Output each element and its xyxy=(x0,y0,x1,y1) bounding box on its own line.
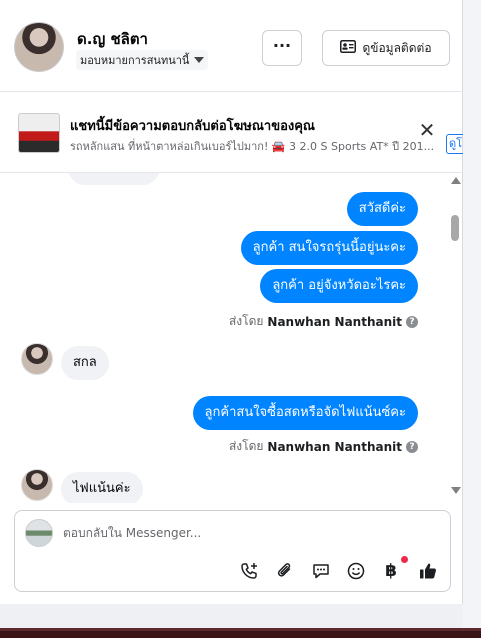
ad-banner-title: แชทนี้มีข้อความตอบกลับต่อโฆษณาของคุณ xyxy=(70,119,315,134)
sender-name: Nanwhan Nanthanit xyxy=(267,439,402,454)
contact-card-icon xyxy=(340,40,357,56)
view-contact-button[interactable]: ดูข้อมูลติดต่อ xyxy=(322,30,450,66)
more-options-button[interactable]: ··· xyxy=(262,30,302,66)
emoji-icon[interactable] xyxy=(344,559,368,583)
outgoing-message[interactable]: ลูกค้าสนใจซื้อสดหรือจัดไฟแน้นซ์คะ xyxy=(192,396,418,430)
caret-down-icon xyxy=(194,57,205,63)
paperclip-icon[interactable] xyxy=(273,559,297,583)
assign-label: มอบหมายการสนทนานี้ xyxy=(80,54,190,67)
sent-by-prefix: ส่งโดย xyxy=(228,314,264,328)
outgoing-message[interactable]: สวัสดีค่ะ xyxy=(346,192,418,226)
ad-banner-subtitle: รถหลักแสน ที่หน้าตาหล่อเกินเบอร์ไปมาก! 🚘… xyxy=(70,140,435,153)
right-panel-edge xyxy=(463,0,481,628)
contact-avatar-small[interactable] xyxy=(21,469,53,501)
reply-input[interactable] xyxy=(63,523,433,543)
chat-bubble-icon[interactable] xyxy=(309,559,333,583)
scroll-down-arrow-icon[interactable] xyxy=(451,487,461,494)
incoming-message[interactable]: สกล xyxy=(61,346,109,380)
sender-name: Nanwhan Nanthanit xyxy=(267,314,402,329)
conversation-header: ด.ญ ชลิตา มอบหมายการสนทนานี้ ··· ดูข้อมู… xyxy=(0,0,463,92)
taskbar-edge xyxy=(0,628,481,638)
help-icon[interactable]: ? xyxy=(406,315,418,328)
thumbs-up-icon[interactable] xyxy=(416,559,440,583)
ad-reply-banner: แชทนี้มีข้อความตอบกลับต่อโฆษณาของคุณ รถห… xyxy=(0,93,463,173)
view-ad-button[interactable]: ดูโ xyxy=(446,134,463,154)
message-composer: ฿ xyxy=(14,510,451,592)
page-avatar xyxy=(25,519,53,547)
assign-conversation-dropdown[interactable]: มอบหมายการสนทนานี้ xyxy=(76,50,209,70)
sent-by-label: ส่งโดย Nanwhan Nanthanit ? xyxy=(229,312,418,331)
notification-dot xyxy=(401,556,408,563)
scrollbar-thumb[interactable] xyxy=(451,215,459,241)
sent-by-prefix: ส่งโดย xyxy=(228,439,264,453)
help-icon[interactable]: ? xyxy=(406,440,418,453)
message-thread[interactable]: สวัสดีค่ะ ลูกค้า สนใจรถรุ่นนี้อยู่นะคะ ล… xyxy=(0,173,463,503)
previous-message-bubble xyxy=(68,173,160,185)
incoming-message[interactable]: ไฟแน้นค่ะ xyxy=(61,472,143,503)
baht-icon[interactable]: ฿ xyxy=(379,559,403,583)
outgoing-message[interactable]: ลูกค้า สนใจรถรุ่นนี้อยู่นะคะ xyxy=(240,231,418,265)
sent-by-label: ส่งโดย Nanwhan Nanthanit ? xyxy=(229,437,418,456)
contact-avatar-small[interactable] xyxy=(21,343,53,375)
contact-avatar[interactable] xyxy=(14,22,64,72)
phone-plus-icon[interactable] xyxy=(237,559,261,583)
close-icon[interactable]: ✕ xyxy=(416,120,438,142)
scroll-up-arrow-icon[interactable] xyxy=(451,177,461,184)
conversation-panel: ด.ญ ชลิตา มอบหมายการสนทนานี้ ··· ดูข้อมู… xyxy=(0,0,463,604)
contact-name[interactable]: ด.ญ ชลิตา xyxy=(77,27,148,51)
view-contact-label: ดูข้อมูลติดต่อ xyxy=(362,40,432,55)
outgoing-message[interactable]: ลูกค้า อยู่จังหวัดอะไรคะ xyxy=(260,269,418,303)
ad-thumbnail[interactable] xyxy=(18,113,60,153)
